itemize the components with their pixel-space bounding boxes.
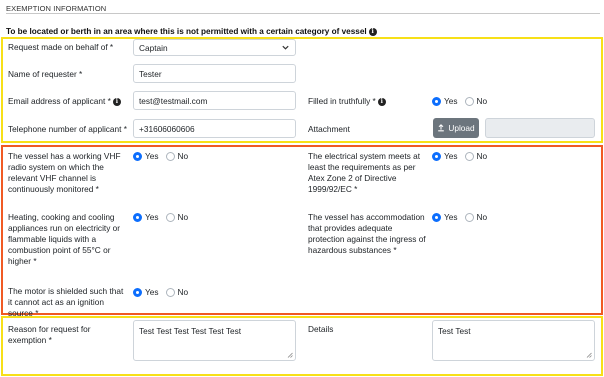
radio-option-no[interactable]: No <box>165 212 189 222</box>
accommodation-radio-group: Yes No <box>432 212 494 222</box>
section-subheading: To be located or berth in an area where … <box>6 27 377 36</box>
radio-yes-checked[interactable] <box>133 151 142 161</box>
requester-name-label: Name of requester * <box>8 69 83 79</box>
radio-option-yes[interactable]: Yes <box>133 287 159 297</box>
radio-option-no[interactable]: No <box>464 212 488 222</box>
section-divider <box>6 13 600 14</box>
radio-yes-label: Yes <box>444 151 458 161</box>
reason-value: Test Test Test Test Test Test <box>139 326 242 336</box>
filled-truthfully-label-text: Filled in truthfully * <box>308 96 376 106</box>
radio-yes-checked[interactable] <box>432 212 441 222</box>
upload-button[interactable]: Upload <box>433 118 479 138</box>
chevron-down-icon <box>282 45 289 50</box>
radio-option-yes[interactable]: Yes <box>133 212 159 222</box>
radio-option-no[interactable]: No <box>165 151 189 161</box>
attachment-label: Attachment <box>308 124 350 134</box>
reason-label: Reason for request for exemption * <box>8 324 91 345</box>
email-label: Email address of applicant * i <box>8 96 121 107</box>
subheading-text: To be located or berth in an area where … <box>6 27 367 36</box>
radio-no[interactable] <box>464 212 474 222</box>
resize-handle-icon[interactable] <box>586 352 592 358</box>
radio-no-label: No <box>476 96 488 106</box>
radio-no[interactable] <box>464 151 474 161</box>
radio-option-no[interactable]: No <box>464 151 488 161</box>
electrical-question-label: The electrical system meets at least the… <box>308 151 421 194</box>
radio-yes-label: Yes <box>145 287 159 297</box>
requester-name-input[interactable]: Tester <box>133 64 296 83</box>
radio-yes-label: Yes <box>145 151 159 161</box>
radio-yes-checked[interactable] <box>133 212 142 222</box>
requester-name-value: Tester <box>139 68 162 79</box>
filled-truthfully-radio-group: Yes No <box>432 96 494 106</box>
filled-truthfully-label: Filled in truthfully * i <box>308 96 386 107</box>
radio-no[interactable] <box>464 96 474 106</box>
radio-no-label: No <box>177 212 189 222</box>
radio-yes-label: Yes <box>444 212 458 222</box>
info-icon[interactable]: i <box>368 27 377 36</box>
radio-no[interactable] <box>165 151 175 161</box>
radio-yes-checked[interactable] <box>432 151 441 161</box>
radio-option-yes[interactable]: Yes <box>432 151 458 161</box>
request-on-behalf-value: Captain <box>139 42 168 53</box>
radio-yes-label: Yes <box>444 96 458 106</box>
reason-textarea[interactable]: Test Test Test Test Test Test <box>133 320 296 361</box>
request-on-behalf-label: Request made on behalf of * <box>8 42 114 52</box>
radio-option-yes[interactable]: Yes <box>432 96 458 106</box>
radio-option-no[interactable]: No <box>464 96 488 106</box>
radio-option-yes[interactable]: Yes <box>432 212 458 222</box>
request-on-behalf-select[interactable]: Captain <box>133 39 296 56</box>
info-icon[interactable]: i <box>112 97 121 106</box>
radio-yes-checked[interactable] <box>133 287 142 297</box>
radio-no[interactable] <box>165 287 175 297</box>
info-icon[interactable]: i <box>377 97 386 106</box>
email-input[interactable]: test@testmail.com <box>133 91 296 110</box>
radio-no-label: No <box>177 287 189 297</box>
radio-option-yes[interactable]: Yes <box>133 151 159 161</box>
details-textarea[interactable]: Test Test <box>432 320 595 361</box>
section-title: EXEMPTION INFORMATION <box>6 4 107 13</box>
upload-label: Upload <box>448 123 475 133</box>
electrical-radio-group: Yes No <box>432 151 494 161</box>
motor-question-label: The motor is shielded such that it canno… <box>8 286 124 318</box>
details-value: Test Test <box>438 326 471 336</box>
attachment-file-field[interactable] <box>485 118 595 138</box>
motor-radio-group: Yes No <box>133 287 195 297</box>
radio-yes-label: Yes <box>145 212 159 222</box>
radio-no-label: No <box>476 212 488 222</box>
heating-radio-group: Yes No <box>133 212 195 222</box>
heating-question-label: Heating, cooking and cooling appliances … <box>8 212 121 266</box>
vhf-radio-group: Yes No <box>133 151 195 161</box>
phone-value: +31606060606 <box>139 123 195 134</box>
phone-input[interactable]: +31606060606 <box>133 119 296 138</box>
radio-option-no[interactable]: No <box>165 287 189 297</box>
vhf-question-label: The vessel has a working VHF radio syste… <box>8 151 121 194</box>
details-label: Details <box>308 324 334 334</box>
accommodation-question-label: The vessel has accommodation that provid… <box>308 212 426 255</box>
email-label-text: Email address of applicant * <box>8 96 111 106</box>
phone-label: Telephone number of applicant * <box>8 124 128 134</box>
email-value: test@testmail.com <box>139 95 208 106</box>
radio-no-label: No <box>177 151 189 161</box>
radio-yes-checked[interactable] <box>432 96 441 106</box>
radio-no-label: No <box>476 151 488 161</box>
upload-icon <box>438 124 445 132</box>
radio-no[interactable] <box>165 212 175 222</box>
resize-handle-icon[interactable] <box>287 352 293 358</box>
